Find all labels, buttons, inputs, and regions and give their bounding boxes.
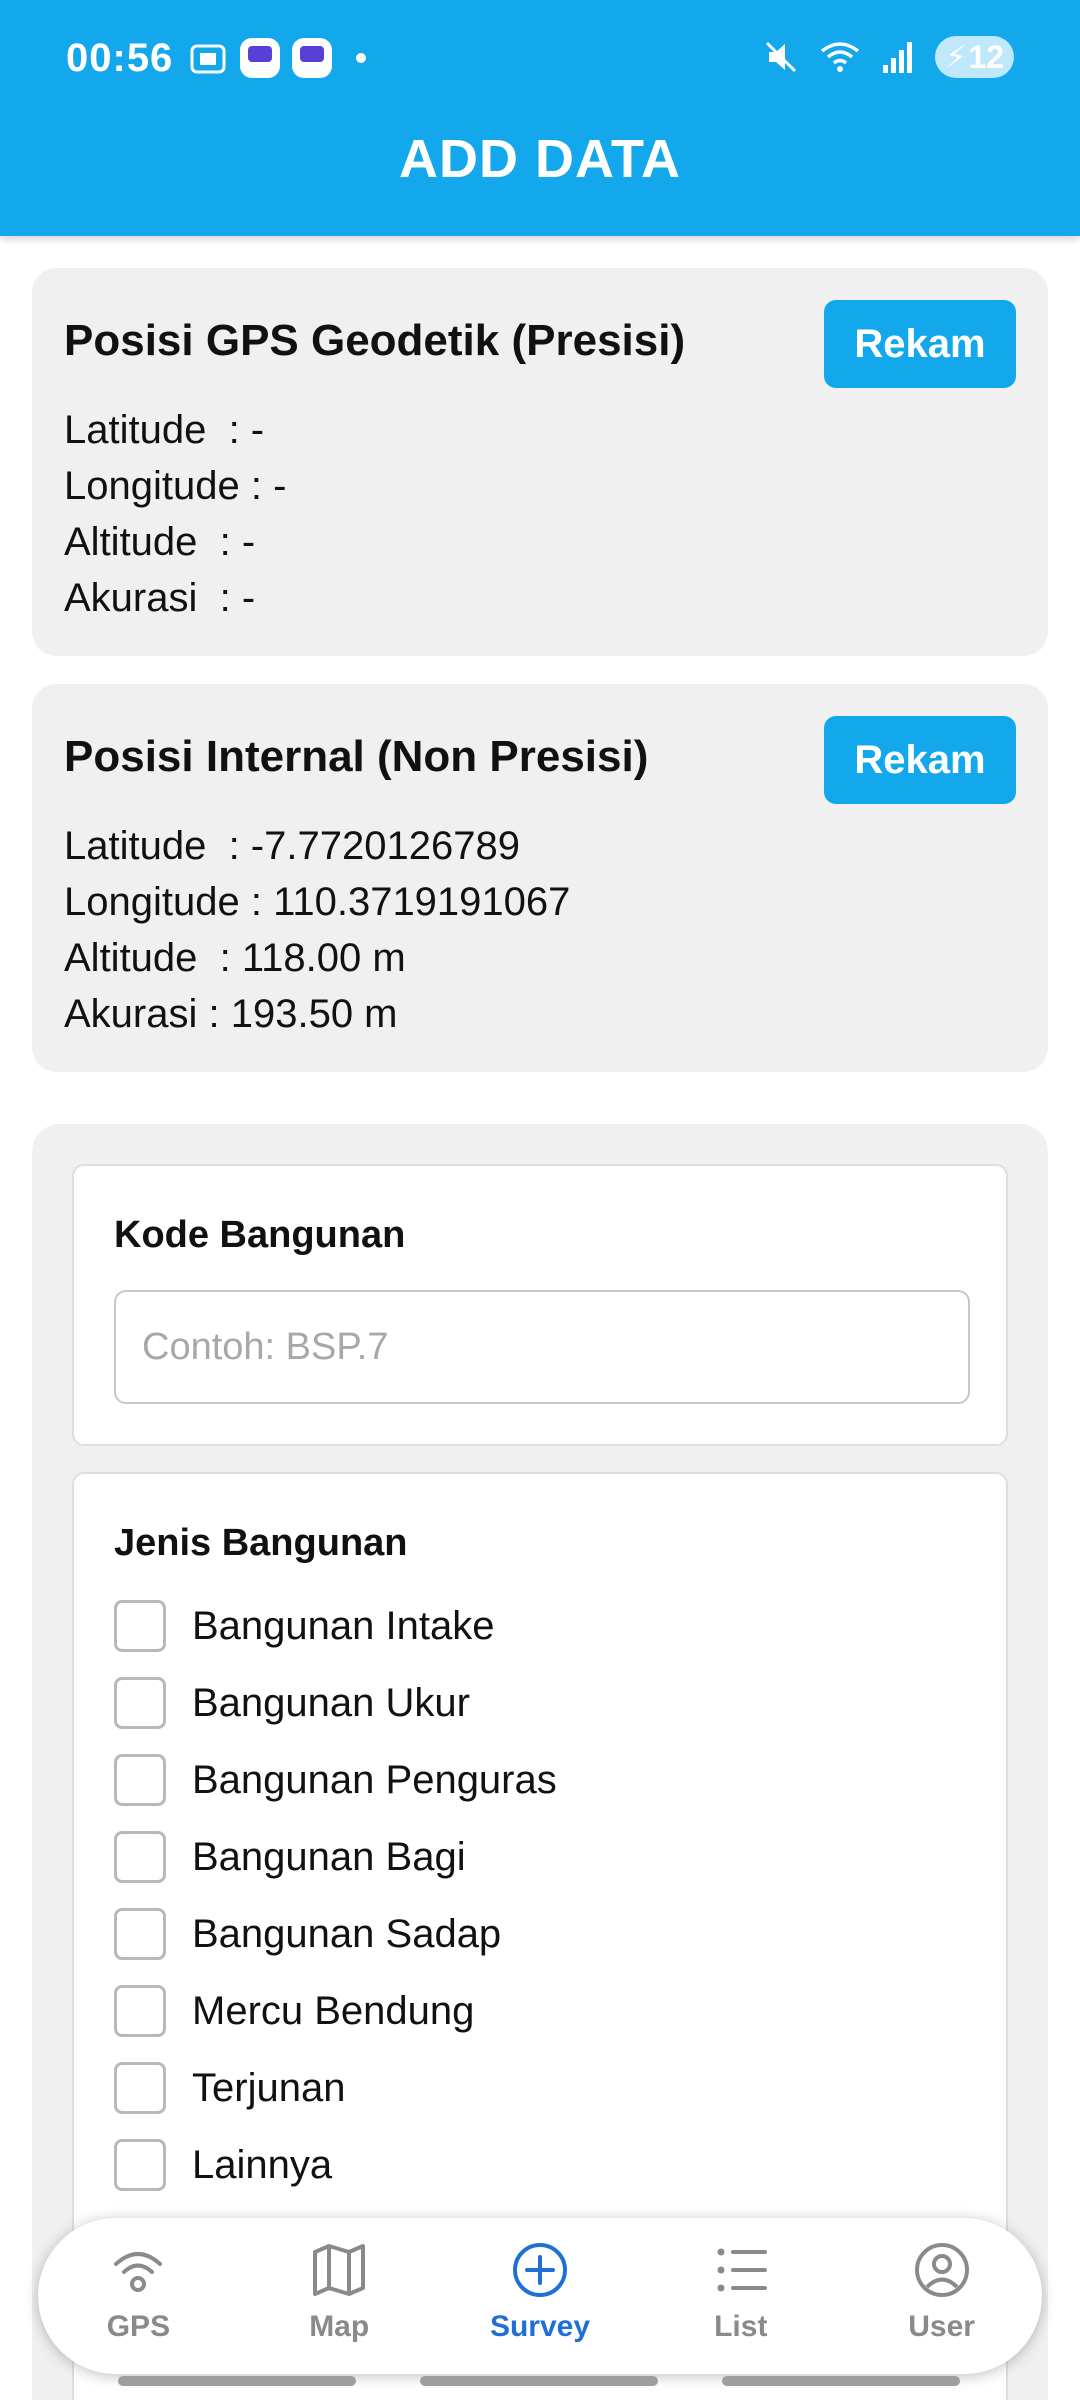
nav-item-gps[interactable]: GPS	[38, 2218, 239, 2374]
longitude-value: Longitude : -	[64, 464, 287, 508]
altitude-value: Altitude : 118.00 m	[64, 936, 406, 980]
map-icon	[313, 2244, 366, 2296]
checkbox[interactable]	[114, 1600, 166, 1652]
nav-label: Map	[309, 2310, 370, 2343]
battery-level: 12	[968, 38, 1004, 75]
option-lainnya[interactable]: Lainnya	[114, 2137, 332, 2193]
option-label: Bangunan Ukur	[192, 1680, 470, 1725]
survey-form: Kode Bangunan Jenis Bangunan Bangunan In…	[32, 1124, 1048, 2400]
notification-icons	[188, 38, 366, 78]
nav-item-map[interactable]: Map	[239, 2218, 440, 2374]
screenshot-icon	[190, 44, 226, 74]
page-title: ADD DATA	[399, 129, 681, 189]
option-label: Bangunan Penguras	[192, 1757, 557, 1802]
status-time: 00:56	[66, 36, 174, 80]
gps-geodetik-card: Posisi GPS Geodetik (Presisi) Rekam Lati…	[32, 268, 1048, 656]
status-bar: 00:56 ⚡ 12	[0, 0, 1080, 120]
battery-indicator: ⚡ 12	[935, 36, 1014, 78]
rekam-gps-button[interactable]: Rekam	[824, 300, 1016, 388]
bottom-navigation: GPS Map Survey List User	[38, 2218, 1042, 2374]
option-label: Mercu Bendung	[192, 1988, 475, 2033]
nav-label: User	[908, 2310, 975, 2343]
checkbox[interactable]	[114, 1908, 166, 1960]
nav-label: List	[714, 2310, 768, 2343]
altitude-value: Altitude : -	[64, 520, 256, 564]
option-bangunan-sadap[interactable]: Bangunan Sadap	[114, 1906, 501, 1962]
app-header: 00:56 ⚡ 12 ADD DATA	[0, 0, 1080, 236]
user-icon	[914, 2243, 969, 2297]
option-terjunan[interactable]: Terjunan	[114, 2060, 345, 2116]
option-bangunan-intake[interactable]: Bangunan Intake	[114, 1598, 494, 1654]
checkbox[interactable]	[114, 2139, 166, 2191]
app-notification-icon	[240, 38, 280, 78]
signal-icon	[883, 42, 913, 73]
option-label: Bangunan Bagi	[192, 1834, 466, 1879]
system-icons: ⚡ 12	[763, 36, 1014, 78]
more-notifications-dot	[356, 53, 366, 63]
option-bangunan-bagi[interactable]: Bangunan Bagi	[114, 1829, 466, 1885]
list-icon	[717, 2248, 767, 2292]
longitude-value: Longitude : 110.3719191067	[64, 880, 571, 924]
checkbox[interactable]	[114, 1677, 166, 1729]
kode-bangunan-section: Kode Bangunan	[72, 1164, 1008, 1446]
option-label: Lainnya	[192, 2142, 333, 2187]
option-label: Bangunan Sadap	[192, 1911, 502, 1956]
nav-item-survey[interactable]: Survey	[440, 2218, 641, 2374]
system-nav-bar	[722, 2376, 960, 2386]
wifi-icon	[821, 42, 860, 72]
charging-icon: ⚡	[945, 40, 967, 74]
kode-bangunan-label: Kode Bangunan	[114, 1214, 406, 1256]
rekam-internal-button[interactable]: Rekam	[824, 716, 1016, 804]
nav-label: GPS	[106, 2310, 171, 2343]
latitude-value: Latitude : -	[64, 408, 265, 452]
add-circle-icon	[512, 2243, 567, 2297]
nav-label: Survey	[489, 2310, 591, 2343]
kode-bangunan-input[interactable]	[114, 1290, 970, 1404]
card-title: Posisi GPS Geodetik (Presisi)	[64, 316, 686, 365]
option-bangunan-ukur[interactable]: Bangunan Ukur	[114, 1675, 470, 1731]
akurasi-value: Akurasi : -	[64, 576, 256, 620]
system-nav-bar	[420, 2376, 658, 2386]
latitude-value: Latitude : -7.7720126789	[64, 824, 520, 868]
option-label: Terjunan	[192, 2065, 346, 2110]
nav-item-list[interactable]: List	[640, 2218, 841, 2374]
nav-item-user[interactable]: User	[841, 2218, 1042, 2374]
checkbox[interactable]	[114, 1985, 166, 2037]
posisi-internal-card: Posisi Internal (Non Presisi) Rekam Lati…	[32, 684, 1048, 1072]
option-label: Bangunan Intake	[192, 1603, 495, 1648]
mute-icon	[766, 41, 797, 73]
card-title: Posisi Internal (Non Presisi)	[64, 732, 649, 781]
app-notification-icon	[292, 38, 332, 78]
option-mercu-bendung[interactable]: Mercu Bendung	[114, 1983, 474, 2039]
checkbox[interactable]	[114, 2062, 166, 2114]
option-bangunan-penguras[interactable]: Bangunan Penguras	[114, 1752, 557, 1808]
checkbox[interactable]	[114, 1754, 166, 1806]
checkbox[interactable]	[114, 1831, 166, 1883]
jenis-bangunan-label: Jenis Bangunan	[114, 1522, 408, 1564]
system-nav-bar	[118, 2376, 356, 2386]
akurasi-value: Akurasi : 193.50 m	[64, 992, 398, 1036]
gps-signal-icon	[114, 2252, 163, 2292]
